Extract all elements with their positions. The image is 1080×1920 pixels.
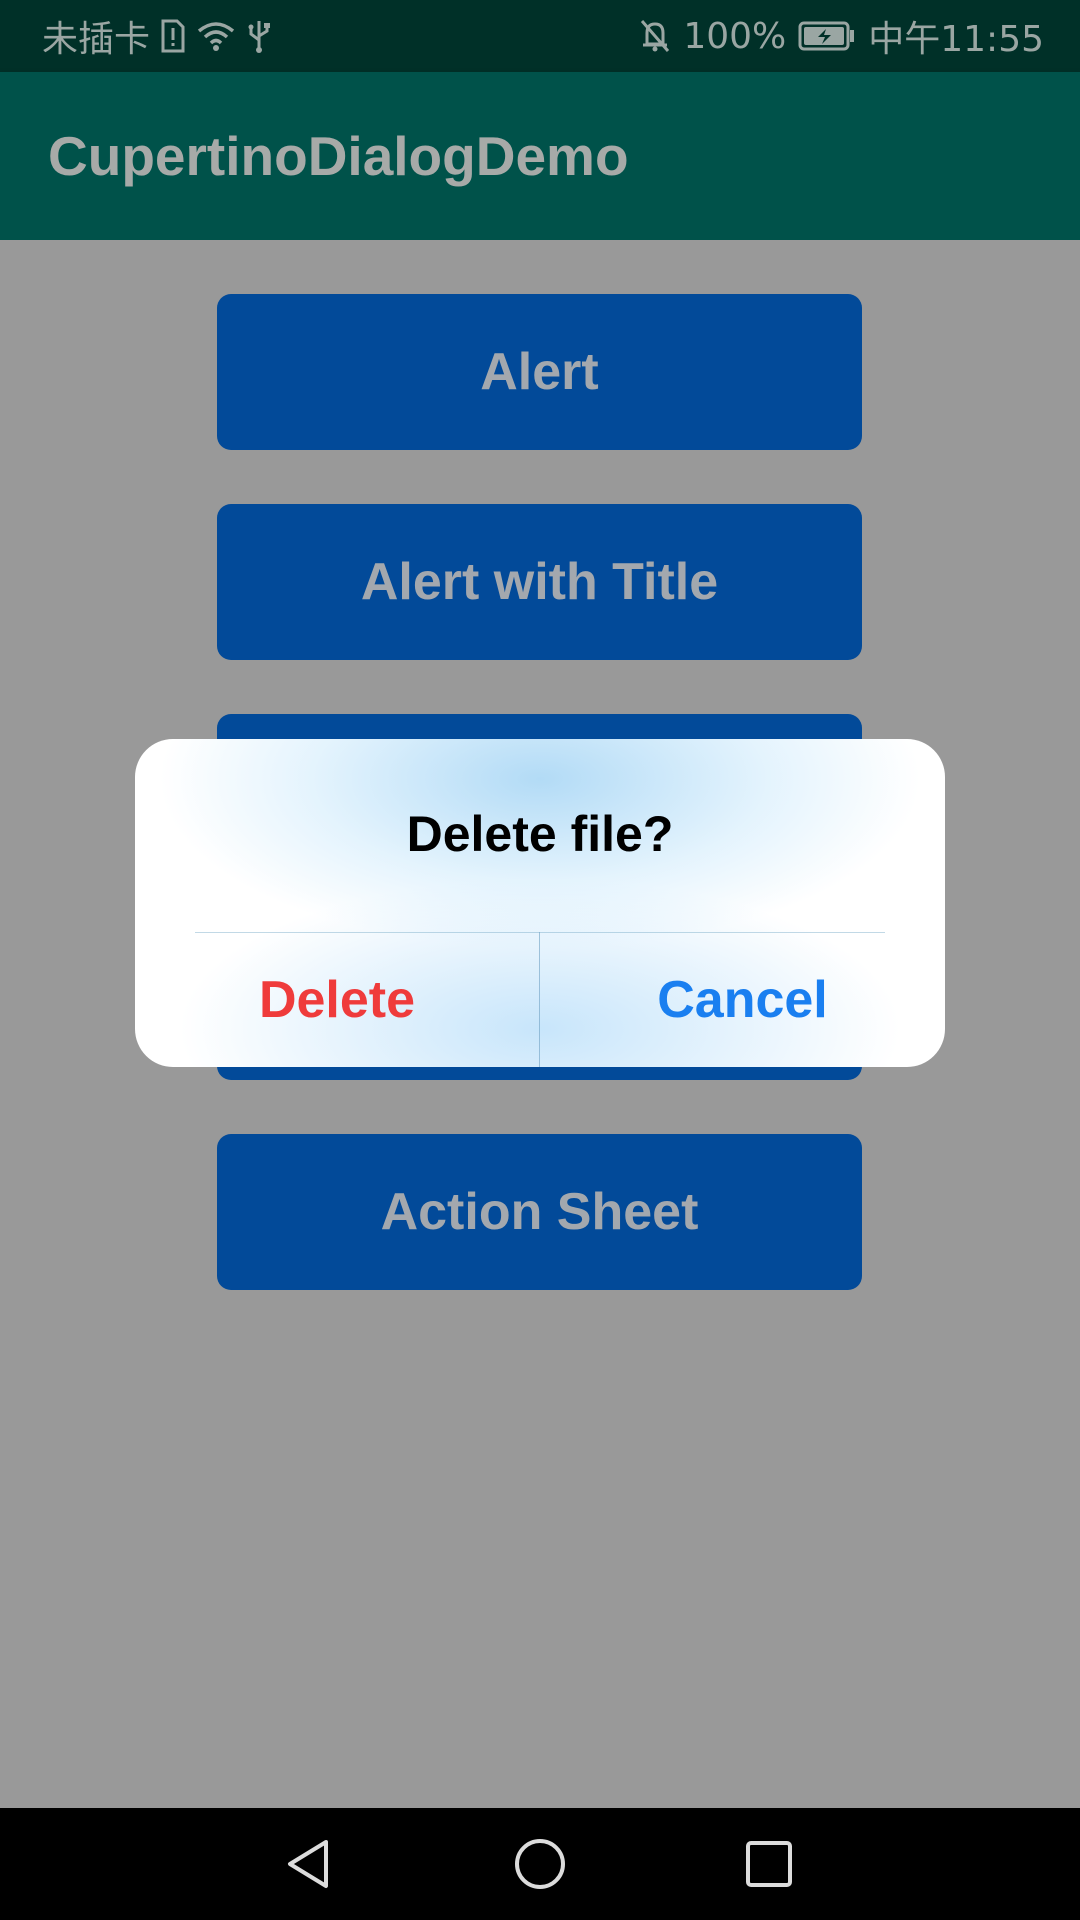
- action-sheet-button[interactable]: Action Sheet: [217, 1134, 862, 1290]
- clock: 中午11:55: [868, 19, 1044, 60]
- status-right: 100% 中午11:55: [639, 0, 1044, 72]
- screen: 未插卡 100% 中午11:55 CupertinoDialogDemo Ale…: [0, 0, 1080, 1920]
- battery-charging-icon: [798, 21, 856, 51]
- delete-button[interactable]: Delete: [135, 933, 539, 1067]
- cancel-button[interactable]: Cancel: [540, 933, 945, 1067]
- alert-button[interactable]: Alert: [217, 294, 862, 450]
- home-circle-icon[interactable]: [500, 1824, 580, 1904]
- status-left: 未插卡: [42, 0, 272, 72]
- wifi-icon: [196, 19, 236, 53]
- app-title: CupertinoDialogDemo: [48, 125, 629, 187]
- system-nav-bar: [0, 1808, 1080, 1920]
- app-bar: CupertinoDialogDemo: [0, 72, 1080, 240]
- cupertino-alert-dialog: Delete file? Delete Cancel: [135, 739, 945, 1067]
- bell-off-icon: [639, 18, 671, 54]
- carrier-label: 未插卡: [42, 19, 151, 60]
- recents-square-icon[interactable]: [729, 1824, 809, 1904]
- battery-percent: 100%: [683, 15, 787, 57]
- dialog-title: Delete file?: [406, 806, 674, 862]
- usb-icon: [246, 18, 272, 54]
- back-triangle-icon[interactable]: [268, 1824, 348, 1904]
- alert-with-title-button[interactable]: Alert with Title: [217, 504, 862, 660]
- status-bar: 未插卡 100% 中午11:55: [0, 0, 1080, 72]
- sim-alert-icon: [160, 19, 186, 53]
